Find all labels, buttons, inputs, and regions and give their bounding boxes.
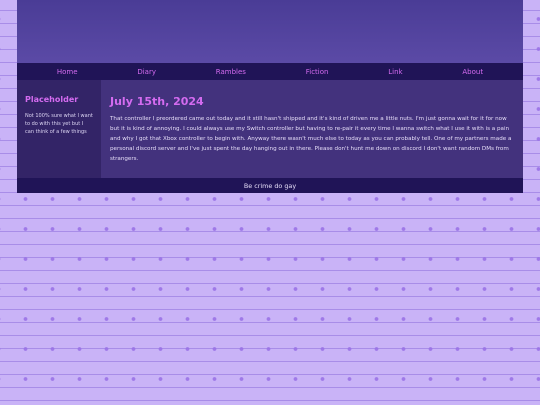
sidebar: Placeholder Not 100% sure what I want to… <box>17 80 101 178</box>
post-date-heading: July 15th, 2024 <box>110 95 204 108</box>
header-banner <box>17 0 523 63</box>
nav-link-fiction[interactable]: Fiction <box>306 68 329 76</box>
footer-text: Be crime do gay <box>243 181 297 190</box>
nav-link-about[interactable]: About <box>462 68 483 76</box>
nav-link-link[interactable]: Link <box>388 68 402 76</box>
nav-link-rambles[interactable]: Rambles <box>216 68 246 76</box>
sidebar-title: Placeholder <box>25 95 79 104</box>
content-row: Placeholder Not 100% sure what I want to… <box>17 80 523 178</box>
sidebar-text: Not 100% sure what I want to do with thi… <box>25 113 93 135</box>
post-body: That controller I preordered came out to… <box>110 116 512 162</box>
nav-link-diary[interactable]: Diary <box>137 68 156 76</box>
main-content: July 15th, 2024 That controller I preord… <box>101 80 523 178</box>
page-container: Home Diary Rambles Fiction Link About Pl… <box>17 0 523 193</box>
footer: Be crime do gay <box>17 178 523 193</box>
top-nav: Home Diary Rambles Fiction Link About <box>17 63 523 80</box>
nav-link-home[interactable]: Home <box>57 68 78 76</box>
